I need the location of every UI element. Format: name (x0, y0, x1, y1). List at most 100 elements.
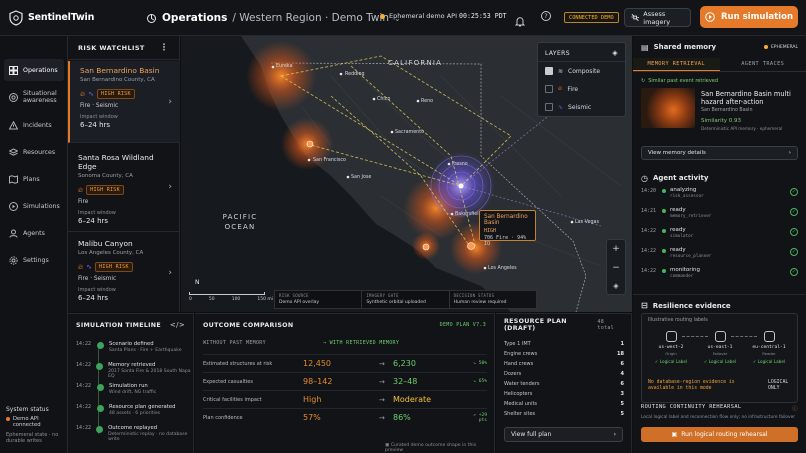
outcome-before: 98–142 (303, 377, 333, 386)
resource-label: Medical units (504, 401, 538, 407)
agent-row[interactable]: 14:21 ready memory_retriever ✓ (641, 207, 798, 225)
nav-item-resources[interactable]: Resources (4, 141, 64, 163)
nav-label: Incidents (23, 121, 52, 129)
resource-total: 48 total (597, 319, 614, 331)
chevron-right-icon[interactable]: › (168, 97, 172, 107)
breadcrumb-path[interactable]: / Western Region · Demo Twin (232, 12, 389, 24)
map-callout[interactable]: San Bernardino Basin HIGH 706 Fire · 94%… (479, 210, 536, 247)
footer-value: Synthetic orbital uploaded (366, 300, 426, 305)
zoom-in-icon[interactable]: + (612, 244, 620, 254)
agent-name: simulator (670, 234, 694, 239)
help-icon[interactable]: ? (541, 11, 551, 21)
check-icon (96, 363, 104, 370)
chevron-right-icon[interactable]: › (168, 268, 172, 278)
layer-toggle-composite[interactable]: ≋ Composite (538, 62, 625, 80)
run-simulation-label: Run simulation (720, 12, 793, 22)
arrow-right-icon: → (379, 395, 385, 404)
city-label: Eureka (276, 64, 293, 69)
outcome-row: Estimated structures at risk 12,450 → 6,230… (203, 354, 487, 372)
view-full-plan-button[interactable]: View full plan › (504, 427, 623, 442)
agent-row[interactable]: 14:20 analyzing risk_assessor ✓ (641, 187, 798, 205)
agent-row[interactable]: 14:22 ready simulator ✓ (641, 227, 798, 245)
impact-window-value: 6–24 hrs (78, 217, 109, 225)
system-status: System status Demo API connected Ephemer… (6, 406, 66, 444)
tab-agent-traces[interactable]: AGENT TRACES (720, 58, 806, 71)
nav-item-simulations[interactable]: Simulations (4, 195, 64, 217)
timeline-title: SIMULATION TIMELINE (76, 321, 161, 329)
assess-imagery-button[interactable]: Assess imagery (624, 8, 691, 27)
retrieved-memory-card[interactable]: ↻ Similar past event retrieved San Bernar… (641, 78, 798, 140)
nav-item-agents[interactable]: Agents (4, 222, 64, 244)
locate-icon[interactable]: ◈ (613, 282, 618, 290)
region-label-ocean: PACIFIC OCEAN (222, 213, 258, 231)
memory-details-button[interactable]: View memory details › (641, 146, 798, 160)
layers-icon[interactable]: ◈ (612, 49, 618, 57)
status-dot-icon (380, 13, 385, 19)
node-name: us-west-2 (658, 345, 684, 350)
impact-window-label: Impact window (80, 114, 118, 120)
agent-status: monitoring (670, 267, 701, 273)
nav-item-situational-awareness[interactable]: Situational awareness (4, 86, 64, 108)
rehearsal-section: ROUTING CONTINUITY REHEARSAL ⓘ Local logi… (641, 404, 798, 420)
watchlist-item[interactable]: San Bernardino Basin San Bernardino Coun… (68, 61, 180, 143)
system-status-note: Ephemeral state · no durable writes (6, 432, 59, 444)
agent-time: 14:20 (641, 188, 657, 194)
nav-item-operations[interactable]: Operations (4, 59, 64, 81)
agent-status: ready (670, 207, 686, 213)
map-footer: RISK SOURCE Demo API overlay IMAGERY GATE… (274, 290, 537, 309)
agent-row[interactable]: 14:22 monitoring commander ✓ (641, 267, 798, 285)
callout-level: HIGH (484, 228, 497, 234)
bell-icon[interactable] (514, 12, 526, 31)
resource-value: 3 (620, 391, 624, 397)
footer-key: IMAGERY GATE (366, 293, 399, 298)
watchlist-item[interactable]: Santa Rosa Wildland Edge Sonoma County, … (68, 148, 180, 232)
impact-window-value: 6–24 hrs (80, 121, 111, 129)
run-simulation-button[interactable]: Run simulation (700, 6, 798, 28)
column-with-memory-label: WITH RETRIEVED MEMORY (329, 340, 400, 346)
outcome-after: Moderate (393, 395, 432, 404)
timeline-item-title: Outcome replayed (108, 425, 158, 431)
nav-item-settings[interactable]: Settings (4, 249, 64, 271)
outcome-after: 32–48 (393, 377, 418, 386)
outcome-delta: ↗ +29 pts (473, 412, 487, 423)
code-icon[interactable]: </> (170, 321, 185, 329)
watchlist-item[interactable]: Malibu Canyon Los Angeles County, CA 🔥︎ ∿… (68, 234, 180, 312)
resource-value: 5 (620, 401, 624, 407)
app-name: SentinelTwin (28, 12, 95, 23)
risk-badge: HIGH RISK (95, 262, 133, 272)
layer-label: Fire (567, 85, 579, 93)
layer-toggle-seismic[interactable]: ∿ Seismic (538, 98, 625, 116)
layer-label: Composite (568, 67, 601, 75)
tab-memory-retrieval[interactable]: MEMORY RETRIEVAL (633, 58, 720, 71)
top-bar: SentinelTwin Operations / Western Region… (0, 0, 806, 36)
stack-icon (9, 147, 18, 156)
refresh-icon: ↻ (641, 78, 646, 84)
resource-row: Hand crews 6 (504, 361, 624, 367)
checkbox[interactable] (545, 67, 553, 75)
agent-row[interactable]: 14:22 ready resource_planner ✓ (641, 247, 798, 265)
more-icon[interactable]: ⋮ (160, 43, 169, 53)
timeline-item-sub: Deterministic replay · no database write (108, 432, 188, 442)
logo[interactable]: SentinelTwin (0, 9, 94, 26)
arrow-right-icon: → (379, 377, 385, 386)
resilience-title: Resilience evidence (652, 301, 731, 310)
resource-value: 1 (620, 341, 624, 347)
column-with-memory: → WITH RETRIEVED MEMORY (323, 340, 400, 346)
clock: 00:25:53 PDT (459, 12, 507, 20)
agent-time: 14:22 (641, 268, 657, 274)
run-routing-rehearsal-button[interactable]: ▣ Run logical routing rehearsal (641, 427, 798, 442)
zoom-out-icon[interactable]: − (612, 263, 620, 273)
simulation-timeline: SIMULATION TIMELINE </> 14:22 Scenario def… (68, 313, 194, 453)
info-icon[interactable]: ⓘ (792, 404, 798, 412)
nav-item-plans[interactable]: Plans (4, 168, 64, 190)
nav-label: Agents (23, 229, 45, 237)
risk-map[interactable]: CALIFORNIA PACIFIC OCEAN Eureka Redding … (181, 36, 632, 312)
impact-window-label: Impact window (78, 287, 116, 293)
checkbox[interactable] (545, 85, 553, 93)
database-icon (763, 331, 775, 342)
checkbox[interactable] (545, 103, 553, 111)
app-root: SentinelTwin Operations / Western Region… (0, 0, 806, 453)
nav-item-incidents[interactable]: Incidents (4, 114, 64, 136)
chevron-right-icon[interactable]: › (168, 182, 172, 192)
layer-toggle-fire[interactable]: 🔥︎ Fire (538, 80, 625, 98)
